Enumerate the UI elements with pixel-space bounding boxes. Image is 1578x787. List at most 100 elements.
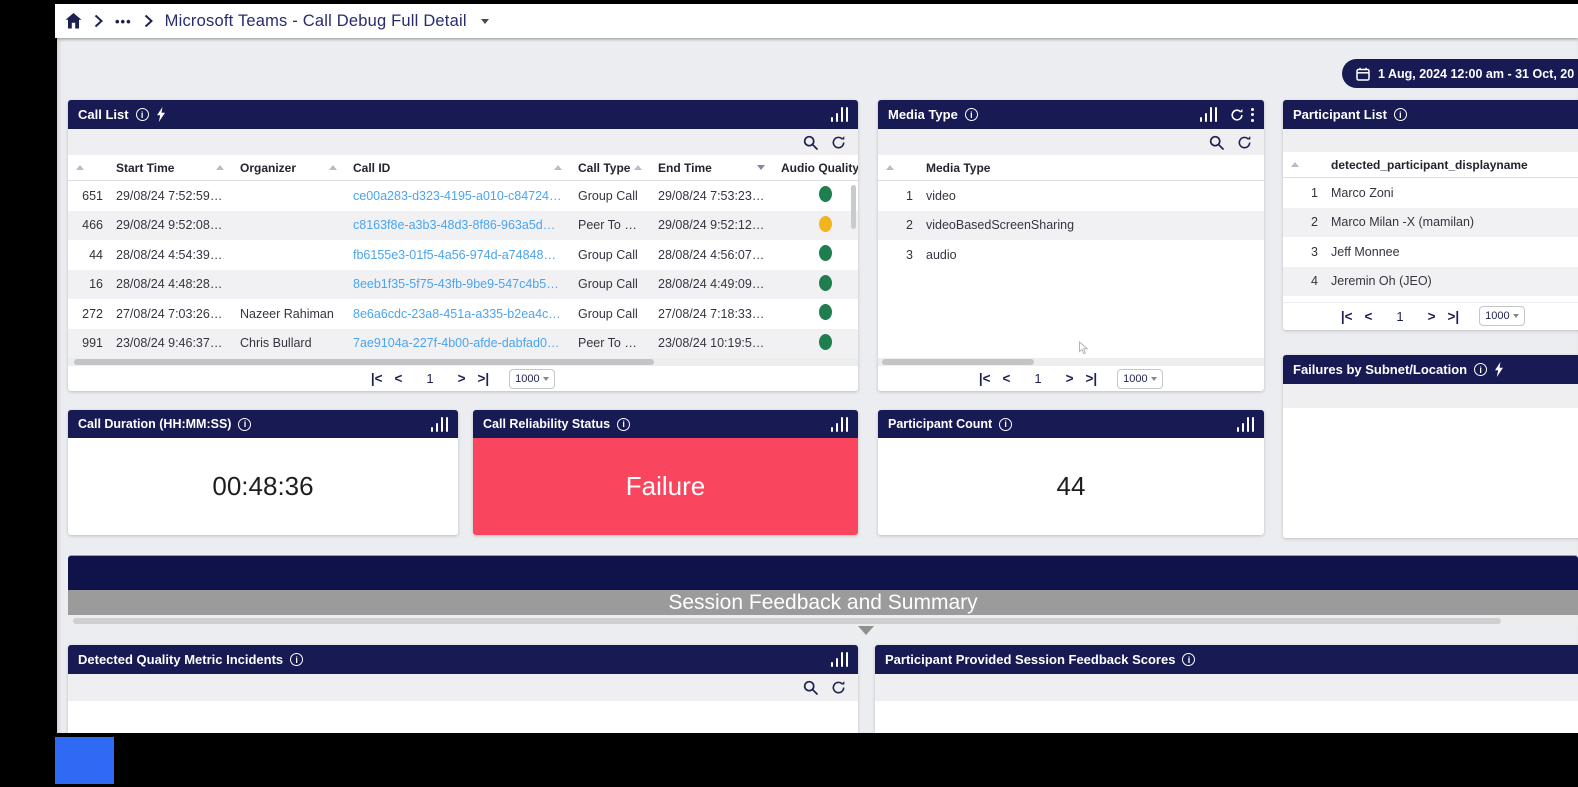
- table-row[interactable]: 4 Jeremin Oh (JEO): [1283, 266, 1578, 296]
- column-header-media-type[interactable]: Media Type: [926, 161, 990, 175]
- page-size-select[interactable]: 1000: [1117, 368, 1164, 389]
- call-id-link[interactable]: ce00a283-d323-4195-a010-c84724eb80e0: [345, 189, 570, 203]
- sort-icon[interactable]: [886, 165, 894, 170]
- sort-icon[interactable]: [634, 165, 643, 170]
- last-page-button[interactable]: >|: [1086, 371, 1098, 386]
- table-row[interactable]: 2 Marco Milan -X (mamilan): [1283, 207, 1578, 237]
- title-dropdown-icon[interactable]: [480, 18, 489, 24]
- column-header-call-type[interactable]: Call Type: [578, 161, 630, 175]
- table-row[interactable]: 1 Marco Zoni: [1283, 178, 1578, 208]
- info-icon[interactable]: [135, 108, 149, 121]
- refresh-icon[interactable]: [831, 135, 846, 150]
- page-size-select[interactable]: 1000: [509, 368, 556, 389]
- more-options-icon[interactable]: [1251, 107, 1254, 122]
- sort-desc-icon[interactable]: [757, 165, 765, 170]
- info-icon[interactable]: [617, 417, 631, 431]
- participant-list-panel: Participant List detected_participant_di…: [1283, 100, 1578, 330]
- table-row[interactable]: 2 videoBasedScreenSharing: [878, 210, 1264, 240]
- prev-page-button[interactable]: <: [1002, 371, 1010, 386]
- info-icon[interactable]: [290, 653, 304, 666]
- next-page-button[interactable]: >: [1428, 309, 1436, 324]
- lightning-icon[interactable]: [156, 107, 166, 122]
- chart-toggle-icon[interactable]: [830, 416, 848, 432]
- call-id-link[interactable]: 8e6a6cdc-23a8-451a-a335-b2ea4c30ebe6: [345, 307, 570, 321]
- call-id-link[interactable]: fb6155e3-01f5-4a56-974d-a7484834339d: [345, 248, 570, 262]
- chart-toggle-icon[interactable]: [430, 416, 448, 432]
- card-title: Call Reliability Status: [483, 417, 611, 431]
- search-icon[interactable]: [1209, 135, 1224, 150]
- chart-toggle-icon[interactable]: [830, 652, 848, 667]
- horizontal-scrollbar[interactable]: [878, 358, 1264, 366]
- table-row[interactable]: 651 29/08/24 7:52:59 pm ce00a283-d323-41…: [68, 181, 858, 211]
- column-header-end-time[interactable]: End Time: [658, 161, 712, 175]
- table-row[interactable]: 272 27/08/24 7:03:26 am Nazeer Rahiman 8…: [68, 299, 858, 329]
- call-id-link[interactable]: 8eeb1f35-5f75-43fb-9be9-547c4b5b9f4e: [345, 277, 570, 291]
- column-header-call-id[interactable]: Call ID: [353, 161, 390, 175]
- search-icon[interactable]: [803, 135, 818, 150]
- refresh-icon[interactable]: [1230, 108, 1244, 122]
- table-row[interactable]: 44 28/08/24 4:54:39 pm fb6155e3-01f5-4a5…: [68, 240, 858, 270]
- first-page-button[interactable]: |<: [371, 371, 383, 386]
- audio-quality-indicator: [819, 333, 832, 350]
- refresh-icon[interactable]: [1237, 135, 1252, 150]
- last-page-button[interactable]: >|: [478, 371, 490, 386]
- date-range-picker[interactable]: 1 Aug, 2024 12:00 am - 31 Oct, 20: [1342, 59, 1578, 88]
- sort-icon[interactable]: [216, 165, 224, 170]
- refresh-icon[interactable]: [831, 680, 846, 695]
- column-header-start-time[interactable]: Start Time: [116, 161, 174, 175]
- table-row[interactable]: 3 Jeff Monnee: [1283, 237, 1578, 267]
- column-header-displayname[interactable]: detected_participant_displayname: [1331, 158, 1528, 172]
- page-size-select[interactable]: 1000: [1479, 306, 1526, 326]
- sort-icon[interactable]: [554, 165, 562, 170]
- section-title-bar[interactable]: Session Feedback and Summary: [68, 590, 1578, 615]
- section-collapse-icon[interactable]: [858, 626, 874, 635]
- chart-toggle-icon[interactable]: [1236, 416, 1254, 432]
- horizontal-scrollbar[interactable]: [68, 617, 1578, 625]
- next-page-button[interactable]: >: [1066, 371, 1074, 386]
- call-id-link[interactable]: 7ae9104a-227f-4b00-afde-dabfad021287: [345, 336, 570, 350]
- lightning-icon[interactable]: [1494, 362, 1504, 377]
- table-row[interactable]: 3 audio: [878, 240, 1264, 270]
- info-icon[interactable]: [1474, 363, 1488, 376]
- participant-list-toolbar: [1283, 129, 1578, 152]
- prev-page-button[interactable]: <: [394, 371, 402, 386]
- first-page-button[interactable]: |<: [979, 371, 991, 386]
- next-page-button[interactable]: >: [458, 371, 466, 386]
- sort-icon[interactable]: [329, 165, 337, 170]
- calendar-icon: [1356, 67, 1370, 81]
- breadcrumb-ellipsis[interactable]: •••: [115, 14, 132, 29]
- vertical-scrollbar[interactable]: [851, 185, 856, 229]
- prev-page-button[interactable]: <: [1364, 309, 1372, 324]
- home-icon[interactable]: [65, 13, 82, 29]
- call-id-link[interactable]: c8163f8e-a3b3-48d3-8f86-963a5d0632cd: [345, 218, 570, 232]
- chevron-right-icon: [94, 14, 103, 28]
- panel-title: Participant Provided Session Feedback Sc…: [885, 652, 1176, 667]
- chart-toggle-icon[interactable]: [830, 107, 848, 122]
- info-icon[interactable]: [964, 108, 978, 121]
- table-row[interactable]: 991 23/08/24 9:46:37 am Chris Bullard 7a…: [68, 328, 858, 358]
- sort-icon[interactable]: [76, 165, 84, 170]
- participant-rows: 1 Marco Zoni 2 Marco Milan -X (mamilan) …: [1283, 178, 1578, 302]
- first-page-button[interactable]: |<: [1341, 309, 1353, 324]
- info-icon[interactable]: [238, 417, 252, 431]
- page-title[interactable]: Microsoft Teams - Call Debug Full Detail: [165, 12, 467, 31]
- info-icon[interactable]: [1393, 108, 1407, 121]
- chevron-down-icon: [543, 376, 550, 381]
- search-icon[interactable]: [803, 680, 818, 695]
- table-row[interactable]: 1 video: [878, 181, 1264, 211]
- column-header-audio-quality[interactable]: Audio Quality: [781, 161, 858, 175]
- quality-incidents-header: Detected Quality Metric Incidents: [68, 645, 858, 674]
- info-icon[interactable]: [1182, 653, 1196, 666]
- sort-icon[interactable]: [1291, 162, 1299, 167]
- table-row[interactable]: 16 28/08/24 4:48:28 pm 8eeb1f35-5f75-43f…: [68, 269, 858, 299]
- last-page-button[interactable]: >|: [1448, 309, 1460, 324]
- column-header-organizer[interactable]: Organizer: [240, 161, 296, 175]
- row-index: 1: [1311, 185, 1318, 200]
- chart-toggle-icon[interactable]: [1199, 107, 1217, 122]
- info-icon[interactable]: [999, 417, 1013, 431]
- table-row[interactable]: 466 29/08/24 9:52:08 am c8163f8e-a3b3-48…: [68, 210, 858, 240]
- horizontal-scrollbar[interactable]: [68, 358, 858, 366]
- row-index: 16: [89, 277, 103, 292]
- pagination: |< < 1 > >| 1000: [68, 366, 858, 391]
- cell-end-time: 29/08/24 9:52:12 am: [658, 218, 773, 233]
